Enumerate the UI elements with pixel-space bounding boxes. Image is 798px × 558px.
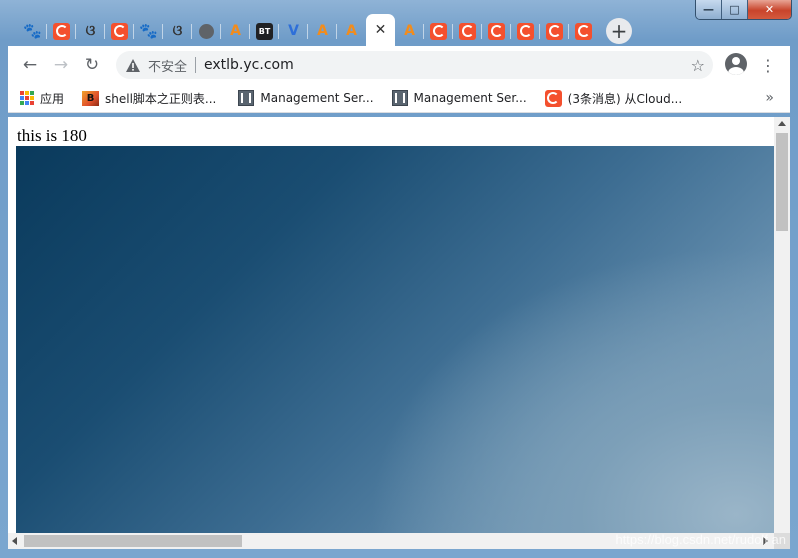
tab[interactable]: A <box>221 16 250 46</box>
bookmark-label: shell脚本之正则表... <box>105 91 217 106</box>
apps-icon <box>20 91 34 105</box>
c-icon <box>544 89 562 107</box>
globe-icon <box>199 23 214 39</box>
tab[interactable] <box>192 16 221 46</box>
bookmark-label: Management Ser... <box>260 91 374 105</box>
chevron-more-icon[interactable]: » <box>765 90 774 106</box>
reload-button[interactable]: ↻ <box>78 51 106 79</box>
bookmarks-bar: 应用 B shell脚本之正则表... Management Ser... Ma… <box>8 84 790 113</box>
tab-active[interactable]: ✕ <box>366 14 395 46</box>
tab[interactable]: A <box>337 16 366 46</box>
c-icon <box>575 22 592 40</box>
bookmark-label: 应用 <box>40 91 65 106</box>
c-icon <box>430 22 447 40</box>
forward-button[interactable]: → <box>47 51 75 79</box>
tab[interactable]: ଓ <box>76 16 105 46</box>
scroll-up-icon[interactable] <box>778 121 786 126</box>
background-image <box>16 146 774 533</box>
c-icon <box>53 22 70 40</box>
tab[interactable]: A <box>395 16 424 46</box>
a-icon: A <box>404 23 415 39</box>
bookmark-label: Management Ser... <box>413 91 527 105</box>
bookmark-shell[interactable]: B shell脚本之正则表... <box>76 86 222 110</box>
new-tab-button[interactable]: + <box>606 18 632 44</box>
ms-icon <box>238 90 255 106</box>
url-text[interactable]: extlb.yc.com <box>204 57 294 73</box>
back-button[interactable]: ← <box>16 51 44 79</box>
page-text: this is 180 <box>17 126 87 145</box>
bookmark-cloud[interactable]: (3条消息) 从Cloud... <box>539 86 689 110</box>
tab[interactable] <box>569 16 598 46</box>
maximize-button[interactable]: □ <box>722 0 748 19</box>
c-icon <box>111 22 128 40</box>
tab[interactable]: BT <box>250 16 279 46</box>
paw-icon: 🐾 <box>139 22 158 40</box>
ms-icon <box>391 90 408 106</box>
c-icon <box>488 22 505 40</box>
tab[interactable] <box>105 16 134 46</box>
a-icon: A <box>346 23 357 39</box>
tab[interactable] <box>424 16 453 46</box>
c-icon <box>459 22 476 40</box>
a-icon: A <box>230 23 241 39</box>
scroll-left-icon[interactable] <box>12 537 17 545</box>
tab[interactable] <box>482 16 511 46</box>
star-icon[interactable]: ☆ <box>691 56 705 75</box>
tab-strip: 🐾 ଓ 🐾 ଓ A BT V A A ✕ A + <box>18 14 632 46</box>
bookmark-apps[interactable]: 应用 <box>14 86 70 110</box>
scroll-thumb[interactable] <box>776 133 788 231</box>
window-controls: — □ ✕ <box>695 0 792 20</box>
profile-avatar-icon[interactable] <box>725 53 747 75</box>
tab[interactable] <box>540 16 569 46</box>
security-label[interactable]: 不安全 <box>148 56 187 75</box>
c-icon <box>517 22 534 40</box>
divider <box>195 57 197 73</box>
g-icon: ଓ <box>85 23 96 39</box>
vertical-scrollbar[interactable] <box>774 117 790 533</box>
page-content: this is 180 <box>8 117 774 533</box>
tab[interactable]: 🐾 <box>18 16 47 46</box>
jb-icon: B <box>82 90 100 106</box>
bookmark-management-2[interactable]: Management Ser... <box>386 86 533 110</box>
bookmark-label: (3条消息) 从Cloud... <box>567 91 683 106</box>
tab[interactable] <box>511 16 540 46</box>
tab[interactable] <box>47 16 76 46</box>
paw-icon: 🐾 <box>23 22 42 40</box>
menu-icon[interactable]: ⋮ <box>760 53 776 77</box>
close-window-button[interactable]: ✕ <box>748 0 791 19</box>
tab[interactable]: ଓ <box>163 16 192 46</box>
scroll-thumb[interactable] <box>24 535 242 547</box>
bt-icon: BT <box>256 22 273 40</box>
close-icon[interactable]: ✕ <box>375 22 387 38</box>
tab[interactable]: A <box>308 16 337 46</box>
warning-icon[interactable] <box>126 58 140 72</box>
c-icon <box>546 22 563 40</box>
g-icon: ଓ <box>172 23 183 39</box>
bookmark-management-1[interactable]: Management Ser... <box>232 86 379 110</box>
tab[interactable]: V <box>279 16 308 46</box>
tab[interactable] <box>453 16 482 46</box>
minimize-button[interactable]: — <box>696 0 722 19</box>
watermark: https://blog.csdn.net/rudolf an <box>615 532 786 547</box>
v-icon: V <box>288 23 299 39</box>
address-bar[interactable]: 不安全 extlb.yc.com ☆ <box>116 51 713 79</box>
toolbar: ← → ↻ 不安全 extlb.yc.com ☆ ⋮ <box>8 46 790 84</box>
a-icon: A <box>317 23 328 39</box>
tab[interactable]: 🐾 <box>134 16 163 46</box>
